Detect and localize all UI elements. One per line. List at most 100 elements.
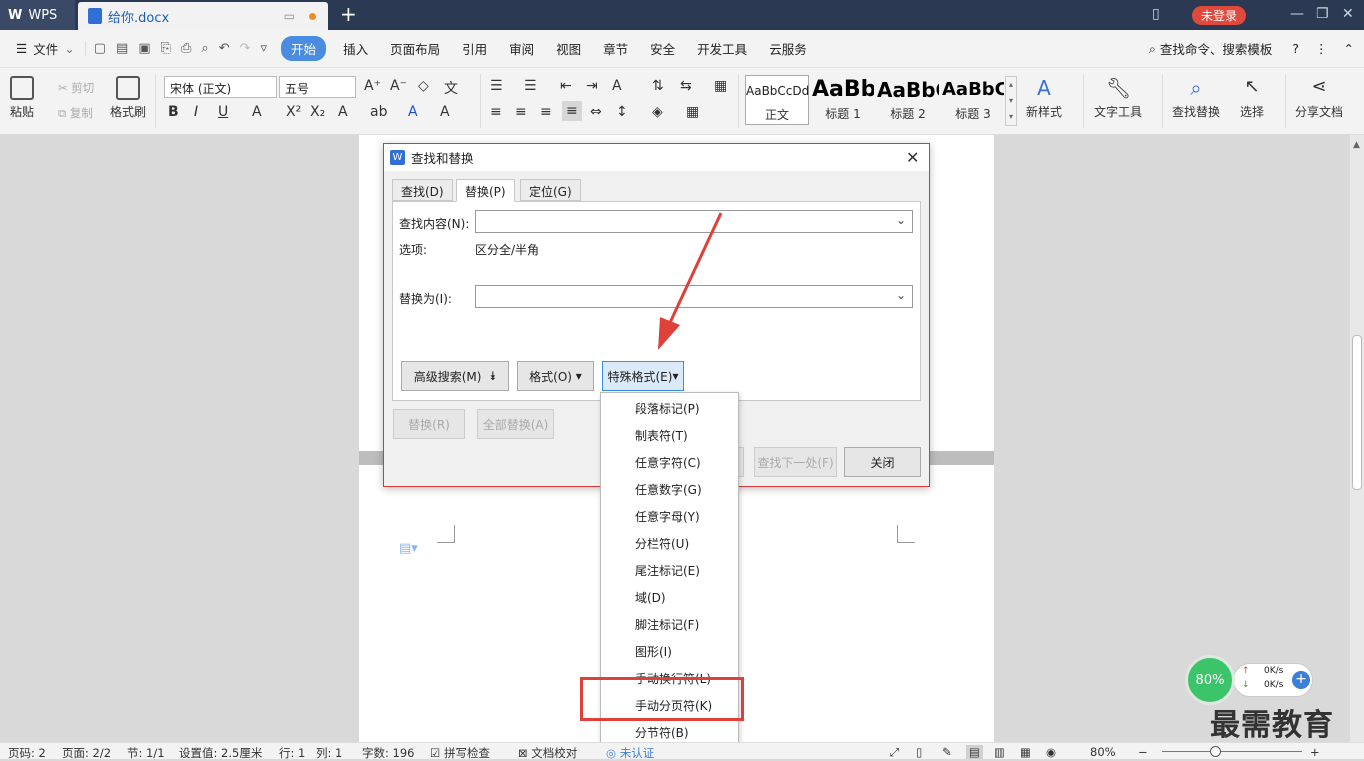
menu-review[interactable]: 审阅 [498,39,545,58]
menu-item-endnote-mark[interactable]: 尾注标记(E) [635,562,700,579]
menu-item-paragraph-mark[interactable]: 段落标记(P) [635,400,700,417]
line-spacing-icon[interactable]: ↕ [616,104,628,120]
char-shading-icon[interactable]: A [440,104,450,120]
menu-item-field[interactable]: 域(D) [635,589,666,606]
font-color-icon[interactable]: A [408,104,418,120]
tab-goto[interactable]: 定位(G) [520,179,581,201]
font-family-select[interactable]: 宋体 (正文) [164,76,277,98]
menu-home[interactable]: 开始 [281,36,327,61]
print-icon[interactable]: ⎙ [181,41,191,56]
justify-icon[interactable]: ≡ [562,101,582,121]
login-button[interactable]: 未登录 [1192,6,1246,25]
minimize-icon[interactable]: — [1290,6,1304,22]
command-search[interactable]: ⌕ 查找命令、搜索模板 ? ⋮ ⌃ [1149,39,1364,58]
text-effect-icon[interactable]: A [338,104,348,120]
scrollbar-thumb[interactable] [1352,335,1362,490]
menu-item-tab-char[interactable]: 制表符(T) [635,427,688,444]
chevron-down-icon[interactable]: ⌄ [896,288,906,302]
menu-item-any-digit[interactable]: 任意数字(G) [635,481,702,498]
align-right-icon[interactable]: ≡ [540,104,552,120]
paragraph-options-icon[interactable]: ▤▾ [399,541,418,556]
tab-find[interactable]: 查找(D) [392,179,453,201]
table-icon[interactable]: ▦ [714,78,727,94]
close-window-icon[interactable]: ✕ [1342,6,1354,22]
close-button[interactable]: 关闭 [844,447,921,477]
style-normal[interactable]: AaBbCcDd 正文 [745,75,809,125]
network-speed-widget[interactable]: ↑ 0K/s ↓ 0K/s + 80% [1185,655,1315,705]
menu-insert[interactable]: 插入 [332,39,379,58]
plus-icon[interactable]: + [1292,671,1310,689]
file-menu[interactable]: ☰ 文件 ⌄ [0,39,85,58]
menu-cloud[interactable]: 云服务 [758,39,818,58]
shrink-font-icon[interactable]: A⁻ [390,78,407,94]
page-view-icon[interactable]: ▤ [966,745,983,759]
bullets-icon[interactable]: ☰ [490,78,503,94]
menu-item-column-break[interactable]: 分栏符(U) [635,535,689,552]
special-format-button[interactable]: 特殊格式(E) ▾ [602,361,684,391]
format-button[interactable]: 格式(O) ▾ [517,361,594,391]
read-mode-icon[interactable]: ▯ [916,745,922,759]
zoom-out-icon[interactable]: − [1138,745,1148,759]
font-size-select[interactable]: 五号 [279,76,356,98]
menu-item-any-letter[interactable]: 任意字母(Y) [635,508,700,525]
fullscreen-icon[interactable]: ⤢ [890,745,899,760]
menu-security[interactable]: 安全 [639,39,686,58]
advanced-search-button[interactable]: 高级搜索(M) ⯯ [401,361,509,391]
superscript-icon[interactable]: X² [286,104,301,120]
find-next-button[interactable]: 查找下一处(F) [754,447,837,477]
subscript-icon[interactable]: X₂ [310,104,325,120]
help-icon[interactable]: ? [1292,41,1299,56]
style-heading-2[interactable]: AaBbC 标题 2 [877,75,939,125]
new-doc-icon[interactable]: ▢ [94,41,106,56]
window-mode-icon[interactable]: ▯ [1152,6,1160,22]
highlight-icon[interactable]: ab [370,104,387,120]
style-scroll[interactable]: ▴ ▾ ▾ [1005,76,1017,126]
open-icon[interactable]: ▤ [116,41,128,56]
grow-font-icon[interactable]: A⁺ [364,78,381,94]
phonetic-icon[interactable]: 文 [444,78,458,98]
save-icon[interactable]: ▣ [138,41,150,56]
show-marks-icon[interactable]: ⇆ [680,78,692,94]
menu-developer[interactable]: 开发工具 [686,39,758,58]
menu-item-section-break[interactable]: 分节符(B) [635,724,689,741]
text-direction-icon[interactable]: A [612,78,622,94]
zoom-slider[interactable] [1162,751,1302,752]
menu-section[interactable]: 章节 [592,39,639,58]
bold-icon[interactable]: B [168,104,179,120]
numbering-icon[interactable]: ☰ [524,78,537,94]
new-style-button[interactable]: A 新样式 [1026,76,1062,120]
shading-icon[interactable]: ◈ [652,104,663,120]
chevron-down-icon[interactable]: ⌄ [896,213,906,227]
zoom-slider-handle[interactable] [1210,746,1221,757]
replace-all-button[interactable]: 全部替换(A) [477,409,554,439]
maximize-icon[interactable]: ❐ [1316,6,1329,22]
style-heading-1[interactable]: AaBb 标题 1 [812,75,874,125]
scroll-up-icon[interactable]: ▲ [1353,140,1360,150]
align-left-icon[interactable]: ≡ [490,104,502,120]
print-preview-icon[interactable]: ⌕ [201,41,208,56]
zoom-in-icon[interactable]: + [1310,745,1320,759]
distribute-icon[interactable]: ⇔ [590,104,602,120]
menu-item-any-char[interactable]: 任意字符(C) [635,454,701,471]
collapse-ribbon-icon[interactable]: ⌃ [1344,41,1354,56]
undo-icon[interactable]: ↶ [219,41,230,56]
menu-item-footnote-mark[interactable]: 脚注标记(F) [635,616,699,633]
underline-icon[interactable]: U [218,104,228,120]
share-doc-button[interactable]: ⋖ 分享文档 [1295,76,1343,120]
select-button[interactable]: ↖ 选择 [1240,76,1264,120]
tab-replace[interactable]: 替换(P) [456,179,515,202]
borders-icon[interactable]: ▦ [686,104,699,120]
clear-format-icon[interactable]: ◇ [418,78,429,94]
strikethrough-icon[interactable]: A [252,104,262,120]
cut-button[interactable]: ✂ 剪切 [58,80,94,96]
zoom-level[interactable]: 80% [1090,745,1116,759]
eye-care-icon[interactable]: ◉ [1046,745,1056,759]
menu-references[interactable]: 引用 [451,39,498,58]
find-replace-button[interactable]: ⌕ 查找替换 [1172,76,1220,120]
text-tools-button[interactable]: 🔧︎ 文字工具 [1094,76,1142,120]
style-heading-3[interactable]: AaBbC 标题 3 [942,75,1004,125]
customize-icon[interactable]: ▿ [261,41,268,56]
document-tab[interactable]: 给你.docx ▭ [78,2,328,30]
paste-button[interactable]: 粘贴 [10,76,34,120]
format-painter-button[interactable]: 格式刷 [110,76,146,120]
